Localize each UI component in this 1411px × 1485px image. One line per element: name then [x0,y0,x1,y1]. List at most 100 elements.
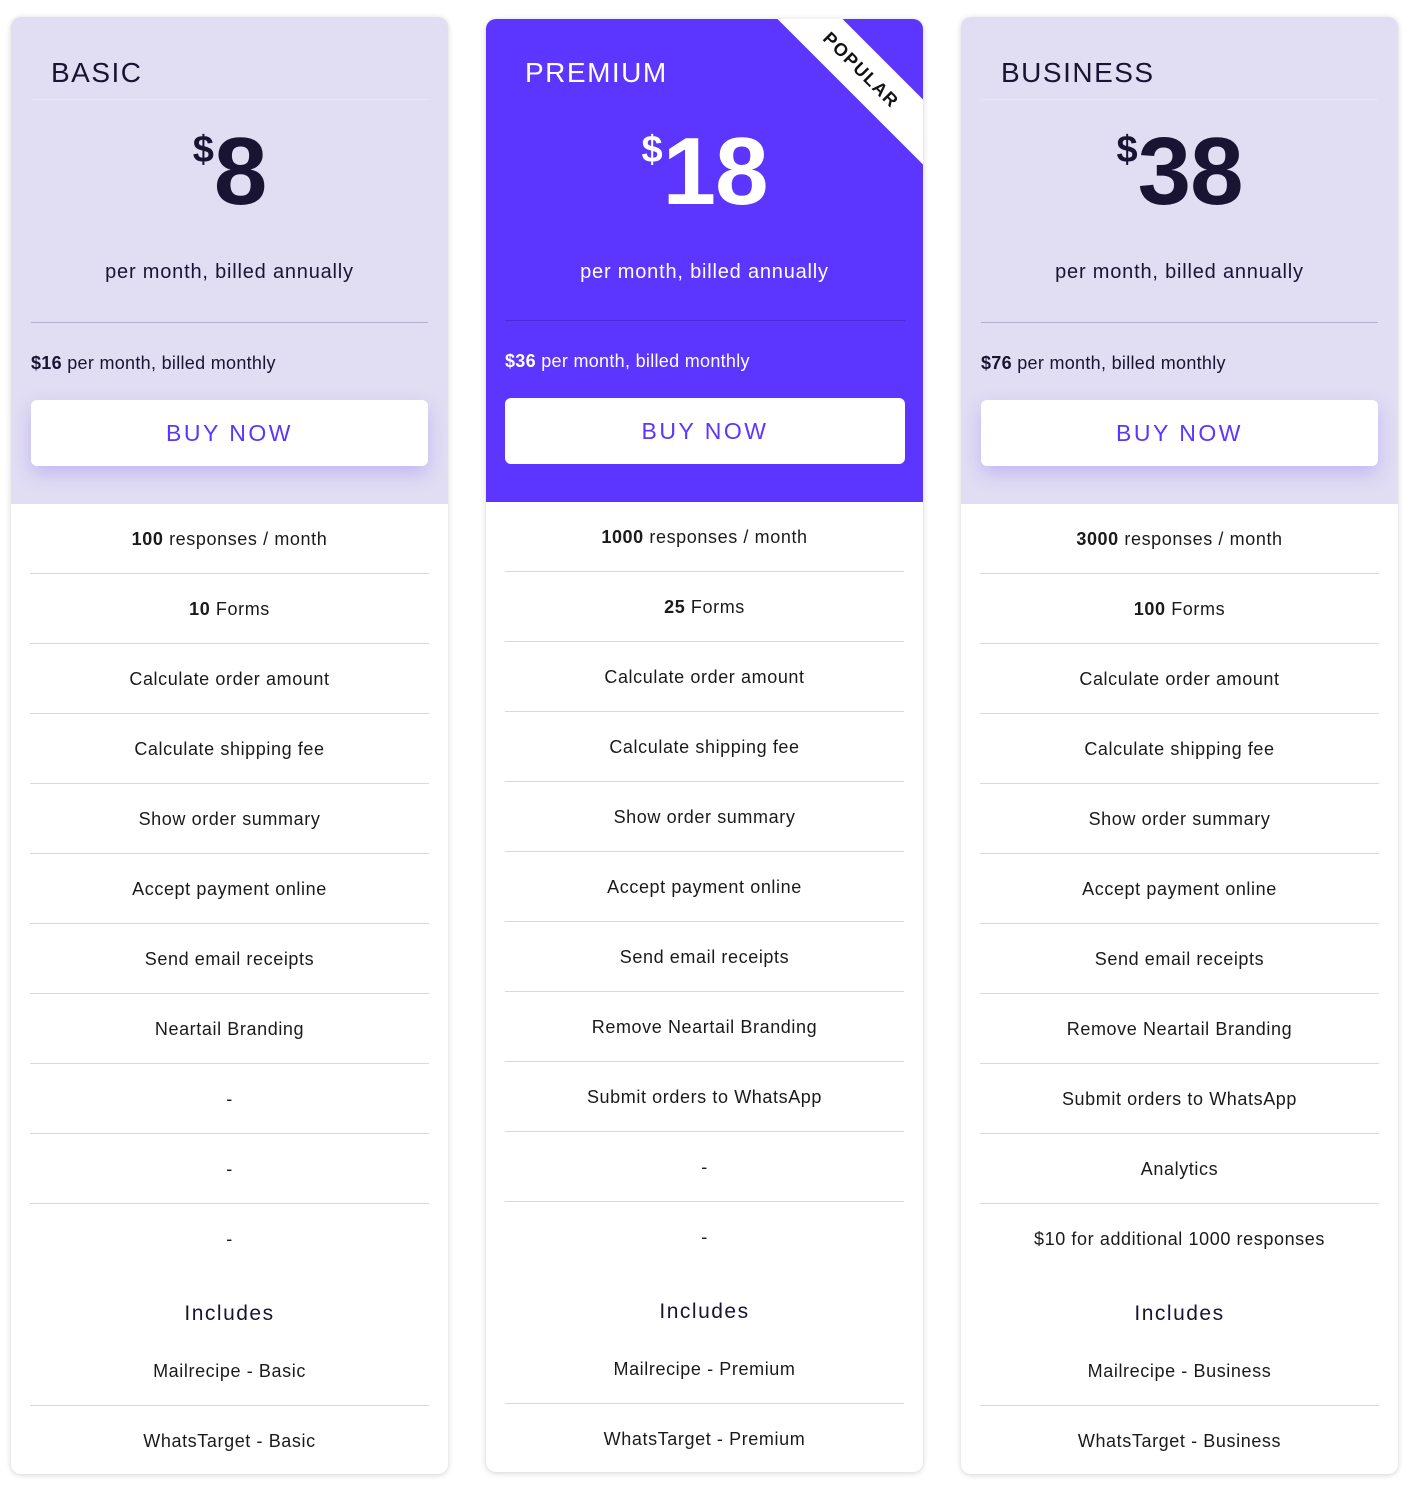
plan-price: $18 [486,117,923,227]
plan-price: $8 [11,117,448,227]
feature-text: - [226,1229,233,1249]
feature-row: Show order summary [505,782,904,852]
feature-text: - [226,1159,233,1179]
feature-text: Show order summary [613,807,796,827]
feature-list: 3000 responses / month 100 Forms Calculate… [961,504,1398,1274]
includes-heading: Includes [1134,1302,1225,1325]
feature-row: Calculate shipping fee [980,714,1379,784]
feature-text: - [701,1227,708,1247]
feature-row: - [30,1064,429,1134]
feature-row: Remove Neartail Branding [505,992,904,1062]
includes-list: Mailrecipe - Basic WhatsTarget - Basic [11,1336,448,1474]
feature-row: Accept payment online [505,852,904,922]
feature-row: - [30,1204,429,1274]
monthly-price: $16 [31,353,62,373]
feature-text: responses / month [1118,529,1283,549]
feature-text: Calculate order amount [604,667,805,687]
plan-card-premium: POPULAR PREMIUM $18 per month, billed an… [486,19,923,1472]
feature-row: 100 Forms [980,574,1379,644]
feature-row: 100 responses / month [30,504,429,574]
feature-text: Calculate order amount [129,669,330,689]
billing-note-monthly: $76 per month, billed monthly [981,353,1226,374]
included-product: Mailrecipe - Business [980,1336,1379,1406]
feature-row: Show order summary [30,784,429,854]
feature-row: Send email receipts [505,922,904,992]
feature-row: Calculate shipping fee [30,714,429,784]
billing-note-annual: per month, billed annually [580,261,829,283]
feature-text: Submit orders to WhatsApp [586,1087,823,1107]
feature-row: - [505,1202,904,1272]
feature-row: 3000 responses / month [980,504,1379,574]
feature-text: Neartail Branding [154,1019,305,1039]
monthly-note-text: per month, billed monthly [61,353,276,373]
feature-text: Submit orders to WhatsApp [1061,1089,1298,1109]
feature-row: Analytics [980,1134,1379,1204]
included-product: Mailrecipe - Premium [505,1334,904,1404]
price-amount: 8 [213,118,267,225]
price-amount: 18 [662,118,769,225]
monthly-price: $36 [505,351,536,371]
feature-text: responses / month [163,529,328,549]
buy-now-button[interactable]: BUY NOW [505,398,905,464]
plan-name: BUSINESS [1001,57,1155,88]
feature-quantity: 10 [189,599,211,619]
feature-text: Send email receipts [144,949,315,969]
feature-row: Show order summary [980,784,1379,854]
feature-row: Calculate order amount [980,644,1379,714]
feature-row: Submit orders to WhatsApp [505,1062,904,1132]
plan-name: PREMIUM [525,57,668,88]
includes-list: Mailrecipe - Premium WhatsTarget - Premiu… [486,1334,923,1472]
feature-text: Remove Neartail Branding [1066,1019,1293,1039]
feature-row: Remove Neartail Branding [980,994,1379,1064]
currency-symbol: $ [192,129,214,171]
feature-list: 100 responses / month 10 Forms Calculate o… [11,504,448,1274]
plan-name: BASIC [51,57,143,88]
feature-text: Forms [685,597,745,617]
feature-quantity: 3000 [1076,529,1119,549]
feature-text: Analytics [1140,1159,1219,1179]
currency-symbol: $ [1116,129,1138,171]
feature-text: Show order summary [138,809,321,829]
includes-heading: Includes [184,1302,275,1325]
buy-now-button[interactable]: BUY NOW [31,400,428,466]
feature-row: Calculate order amount [30,644,429,714]
price-amount: 38 [1137,118,1244,225]
plan-header: BUSINESS $38 per month, billed annually … [961,17,1398,504]
buy-now-button[interactable]: BUY NOW [981,400,1378,466]
divider [505,320,905,321]
monthly-note-text: per month, billed monthly [535,351,750,371]
feature-text: Accept payment online [607,877,802,897]
feature-row: Send email receipts [30,924,429,994]
plan-card-basic: BASIC $8 per month, billed annually $16 … [11,17,448,1474]
feature-quantity: 100 [131,529,164,549]
feature-text: responses / month [643,527,808,547]
monthly-price: $76 [981,353,1012,373]
feature-text: Forms [1165,599,1226,619]
monthly-note-text: per month, billed monthly [1011,353,1226,373]
feature-text: Send email receipts [1094,949,1265,969]
feature-row: 25 Forms [505,572,904,642]
feature-text: Send email receipts [619,947,790,967]
included-product: Mailrecipe - Basic [30,1336,429,1406]
feature-text: Remove Neartail Branding [591,1017,818,1037]
feature-row: 10 Forms [30,574,429,644]
feature-row: Submit orders to WhatsApp [980,1064,1379,1134]
feature-text: Accept payment online [132,879,327,899]
feature-row: Send email receipts [980,924,1379,994]
feature-text: Calculate order amount [1079,669,1280,689]
billing-note-annual: per month, billed annually [1055,261,1304,283]
included-product: WhatsTarget - Business [1077,1431,1282,1451]
feature-text: $10 for additional 1000 responses [1034,1229,1325,1249]
plan-header: BASIC $8 per month, billed annually $16 … [11,17,448,504]
feature-list: 1000 responses / month 25 Forms Calculate … [486,502,923,1272]
plan-header: POPULAR PREMIUM $18 per month, billed an… [486,19,923,502]
currency-symbol: $ [641,129,663,171]
feature-quantity: 100 [1133,599,1166,619]
billing-note-monthly: $16 per month, billed monthly [31,353,276,374]
divider [981,322,1378,323]
feature-row: - [30,1134,429,1204]
feature-quantity: 25 [664,597,686,617]
feature-row: - [505,1132,904,1202]
feature-text: - [701,1157,708,1177]
feature-row: 1000 responses / month [505,502,904,572]
